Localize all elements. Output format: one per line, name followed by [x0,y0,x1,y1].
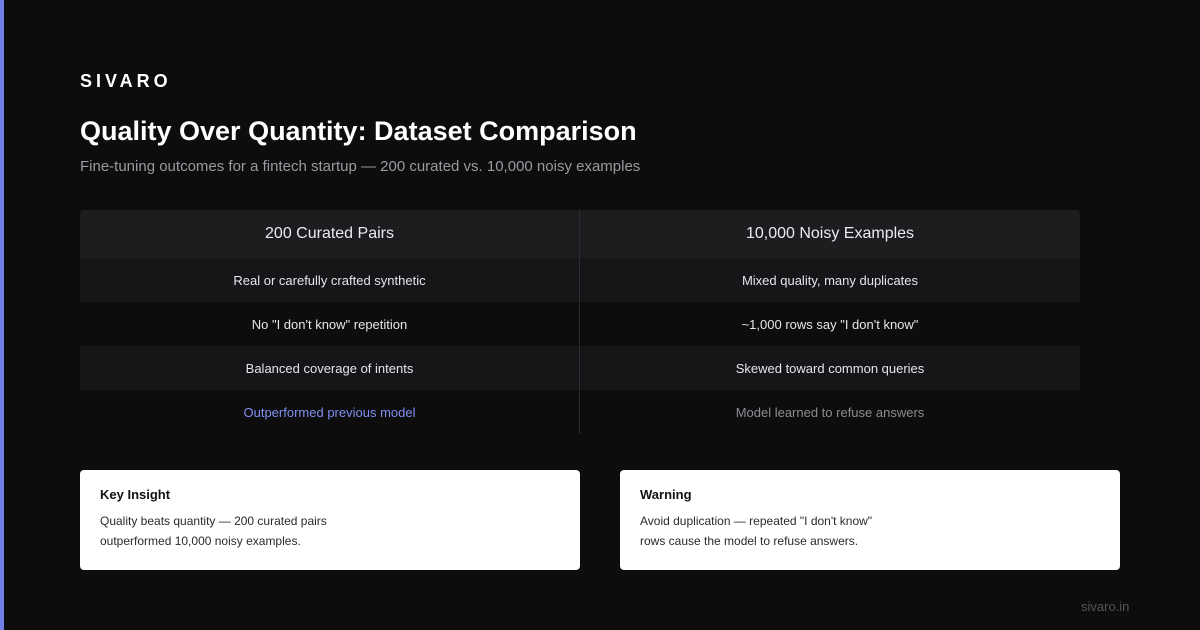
column-header-noisy: 10,000 Noisy Examples [745,225,915,242]
key-insight-card: Key Insight Quality beats quantity — 200… [80,470,580,570]
table-cell-curated: No "I don't know" repetition [80,302,580,346]
page-title: Quality Over Quantity: Dataset Compariso… [80,116,637,146]
slide: SIVARO Quality Over Quantity: Dataset Co… [0,0,1200,630]
brand-logo: SIVARO [80,71,172,91]
card-text: Avoid duplication — repeated "I don't kn… [640,514,873,528]
card-text: rows cause the model to refuse answers. [640,534,859,548]
table-cell-noisy-outcome: Model learned to refuse answers [735,404,925,420]
table-cell-noisy: Skewed toward common queries [735,360,925,376]
footer-url: sivaro.in [1081,599,1130,614]
table-row: Outperformed previous model Model learne… [80,390,1080,434]
table-row: No "I don't know" repetition ~1,000 rows… [80,302,1080,346]
card-title: Warning [640,487,692,502]
table-cell-curated: Balanced coverage of intents [80,346,580,390]
table-row: Real or carefully crafted synthetic Mixe… [80,258,1080,302]
table-row: Balanced coverage of intents Skewed towa… [80,346,1080,390]
column-header-curated: 200 Curated Pairs [80,210,580,258]
table-header-row: 200 Curated Pairs 10,000 Noisy Examples [80,210,1080,258]
table-cell-curated-outcome: Outperformed previous model [80,390,580,434]
table-cell-noisy: Mixed quality, many duplicates [741,272,919,288]
card-title: Key Insight [100,487,171,502]
comparison-table: 200 Curated Pairs 10,000 Noisy Examples … [80,210,1080,434]
card-text: Quality beats quantity — 200 curated pai… [100,514,327,528]
table-cell-noisy: ~1,000 rows say "I don't know" [741,316,919,332]
page-subtitle: Fine-tuning outcomes for a fintech start… [80,158,641,175]
warning-card: Warning Avoid duplication — repeated "I … [620,470,1120,570]
table-cell-curated: Real or carefully crafted synthetic [80,258,580,302]
accent-bar [0,0,4,630]
card-text: outperformed 10,000 noisy examples. [100,534,301,548]
